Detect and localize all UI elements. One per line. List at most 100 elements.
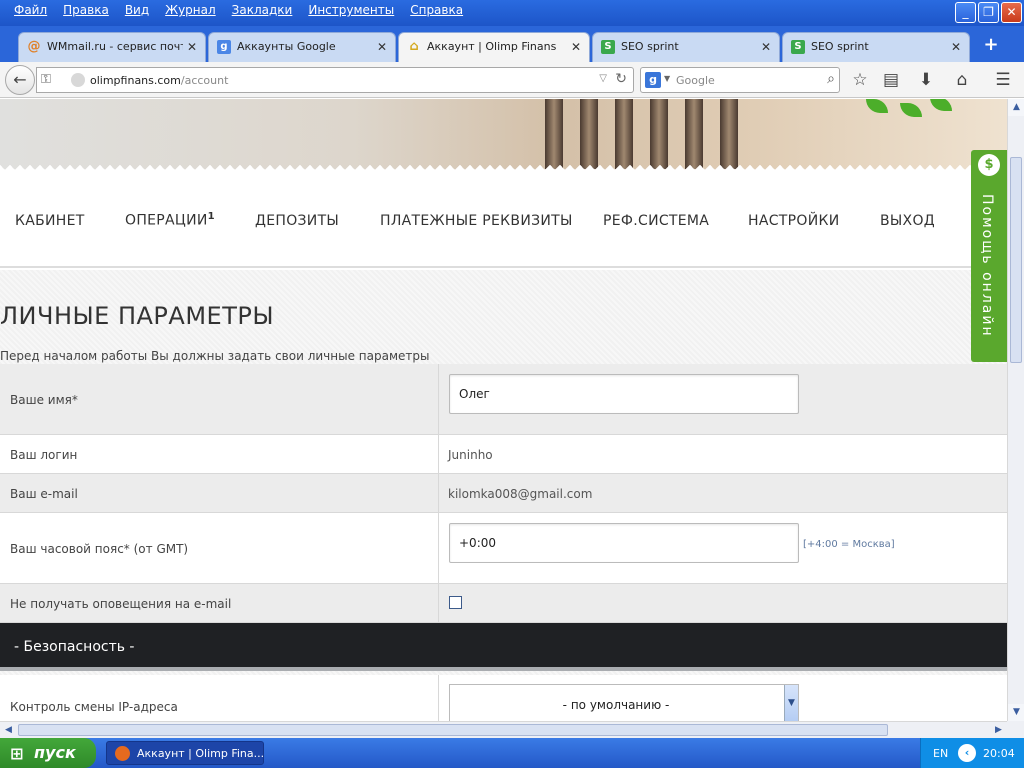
search-box[interactable]: g ▼ Google ⌕ [640, 67, 840, 93]
nav-operations[interactable]: ОПЕРАЦИИ1 [125, 211, 215, 229]
tab-label: Аккаунты Google [237, 40, 336, 53]
scroll-up-icon[interactable]: ▲ [1008, 99, 1024, 116]
new-tab-button[interactable]: + [982, 36, 1000, 54]
nav-cabinet[interactable]: КАБИНЕТ [15, 213, 85, 229]
google-icon: g [217, 40, 231, 54]
bookmark-star-icon[interactable]: ☆ [848, 68, 872, 92]
close-window-button[interactable]: ✕ [1001, 2, 1022, 23]
scroll-left-icon[interactable]: ◀ [0, 722, 17, 739]
nav-settings[interactable]: НАСТРОЙКИ [748, 213, 839, 229]
nav-deposits[interactable]: ДЕПОЗИТЫ [255, 213, 339, 229]
security-section-title: - Безопасность - [14, 639, 135, 655]
operations-count-badge: 1 [207, 211, 215, 222]
form-row-ip-control: Контроль смены IP-адреса - по умолчанию … [0, 675, 1007, 721]
clock: 20:04 [983, 747, 1015, 760]
help-online-widget[interactable]: $ Помощь онлайн [971, 150, 1007, 362]
menu-bar: Файл Правка Вид Журнал Закладки Инструме… [6, 3, 471, 17]
menu-help[interactable]: Справка [402, 3, 471, 17]
menu-bookmarks[interactable]: Закладки [224, 3, 301, 17]
home-icon[interactable]: ⌂ [950, 68, 974, 92]
tab-seo-sprint-2[interactable]: S SEO sprint ✕ [782, 32, 970, 62]
help-online-label: Помощь онлайн [979, 194, 995, 338]
close-tab-icon[interactable]: ✕ [761, 33, 771, 61]
nav-logout[interactable]: ВЫХОД [880, 213, 935, 229]
form-row-login: Ваш логин Juninho [0, 435, 1007, 474]
url-dropdown-icon[interactable]: ▽ [599, 73, 607, 84]
leaf-decoration [866, 99, 888, 113]
tab-google-accounts[interactable]: g Аккаунты Google ✕ [208, 32, 396, 62]
row-divider [438, 435, 439, 473]
engine-dropdown-icon[interactable]: ▼ [664, 74, 670, 83]
nav-payment-details[interactable]: ПЛАТЕЖНЫЕ РЕКВИЗИТЫ [380, 213, 573, 229]
globe-icon [71, 73, 85, 87]
tab-wmmail[interactable]: @ WMmail.ru - сервис почт... ✕ [18, 32, 206, 62]
column-decoration [650, 99, 668, 169]
menu-edit[interactable]: Правка [55, 3, 117, 17]
tab-olimp-finans[interactable]: ⌂ Аккаунт | Olimp Finans ✕ [398, 32, 590, 63]
horizontal-scrollbar[interactable]: ◀ ▶ [0, 721, 1007, 738]
row-divider [438, 675, 439, 721]
chevron-down-icon[interactable]: ▼ [784, 685, 798, 721]
system-tray: EN ‹ 20:04 [920, 738, 1024, 768]
vertical-scroll-thumb[interactable] [1010, 157, 1022, 363]
name-input[interactable] [449, 374, 799, 414]
tab-label: WMmail.ru - сервис почт... [47, 40, 183, 53]
search-icon[interactable]: ⌕ [827, 71, 835, 87]
page-title: ЛИЧНЫЕ ПАРАМЕТРЫ [0, 302, 275, 330]
tray-arrow-icon[interactable]: ‹ [958, 744, 976, 762]
form-row-email: Ваш e-mail kilomka008@gmail.com [0, 474, 1007, 513]
page-viewport: КАБИНЕТ ОПЕРАЦИИ1 ДЕПОЗИТЫ ПЛАТЕЖНЫЕ РЕК… [0, 99, 1007, 721]
menu-history[interactable]: Журнал [157, 3, 224, 17]
ip-control-selected-value: - по умолчанию - [562, 698, 670, 712]
row-divider [438, 584, 439, 622]
column-decoration [545, 99, 563, 169]
windows-flag-icon: ⊞ [10, 744, 24, 763]
zigzag-border [0, 165, 1007, 175]
reload-icon[interactable]: ↻ [615, 71, 627, 87]
reading-list-icon[interactable]: ▤ [879, 68, 903, 92]
column-decoration [720, 99, 738, 169]
menu-file[interactable]: Файл [6, 3, 55, 17]
maximize-button[interactable]: ❐ [978, 2, 999, 23]
close-tab-icon[interactable]: ✕ [377, 33, 387, 61]
back-button[interactable]: ← [5, 65, 35, 95]
menu-view[interactable]: Вид [117, 3, 157, 17]
row-divider [438, 474, 439, 512]
timezone-label: Ваш часовой пояс* (от GMT) [10, 542, 189, 556]
taskbar: ⊞ пуск Аккаунт | Olimp Fina... EN ‹ 20:0… [0, 738, 1024, 768]
header-banner [0, 99, 1007, 175]
seo-sprint-icon: S [601, 40, 615, 54]
download-icon[interactable]: ⬇ [914, 68, 938, 92]
google-search-engine-icon[interactable]: g [645, 72, 661, 88]
close-tab-icon[interactable]: ✕ [951, 33, 961, 61]
no-notifications-label: Не получать оповещения на e-mail [10, 597, 232, 611]
hamburger-menu-icon[interactable]: ☰ [991, 68, 1015, 92]
taskbar-window-item[interactable]: Аккаунт | Olimp Fina... [106, 741, 264, 765]
horizontal-scroll-thumb[interactable] [18, 724, 888, 736]
tab-label: SEO sprint [621, 40, 679, 53]
no-notifications-checkbox[interactable] [449, 596, 462, 609]
start-button[interactable]: ⊞ пуск [0, 738, 96, 768]
taskbar-window-label: Аккаунт | Olimp Fina... [137, 747, 265, 760]
minimize-button[interactable]: _ [955, 2, 976, 23]
vertical-scrollbar[interactable]: ▲ ▼ [1007, 99, 1024, 721]
ip-control-select[interactable]: - по умолчанию - ▼ [449, 684, 799, 721]
language-indicator[interactable]: EN [933, 747, 948, 760]
search-placeholder: Google [676, 74, 715, 87]
timezone-input[interactable] [449, 523, 799, 563]
close-tab-icon[interactable]: ✕ [187, 33, 197, 61]
scroll-down-icon[interactable]: ▼ [1008, 704, 1024, 721]
tab-label: SEO sprint [811, 40, 869, 53]
nav-referral-system[interactable]: РЕФ.СИСТЕМА [603, 213, 709, 229]
close-tab-icon[interactable]: ✕ [571, 33, 581, 61]
url-bar[interactable]: ⚿ olimpfinans.com/account ▽ ↻ [36, 67, 634, 93]
tab-label: Аккаунт | Olimp Finans [427, 40, 557, 53]
key-icon: ⚿ [41, 72, 51, 87]
menu-tools[interactable]: Инструменты [300, 3, 402, 17]
window-titlebar: Файл Правка Вид Журнал Закладки Инструме… [0, 0, 1024, 26]
url-text: olimpfinans.com/account [90, 74, 229, 87]
scroll-right-icon[interactable]: ▶ [990, 722, 1007, 739]
column-decoration [580, 99, 598, 169]
tab-seo-sprint-1[interactable]: S SEO sprint ✕ [592, 32, 780, 62]
at-sign-icon: @ [27, 39, 41, 54]
